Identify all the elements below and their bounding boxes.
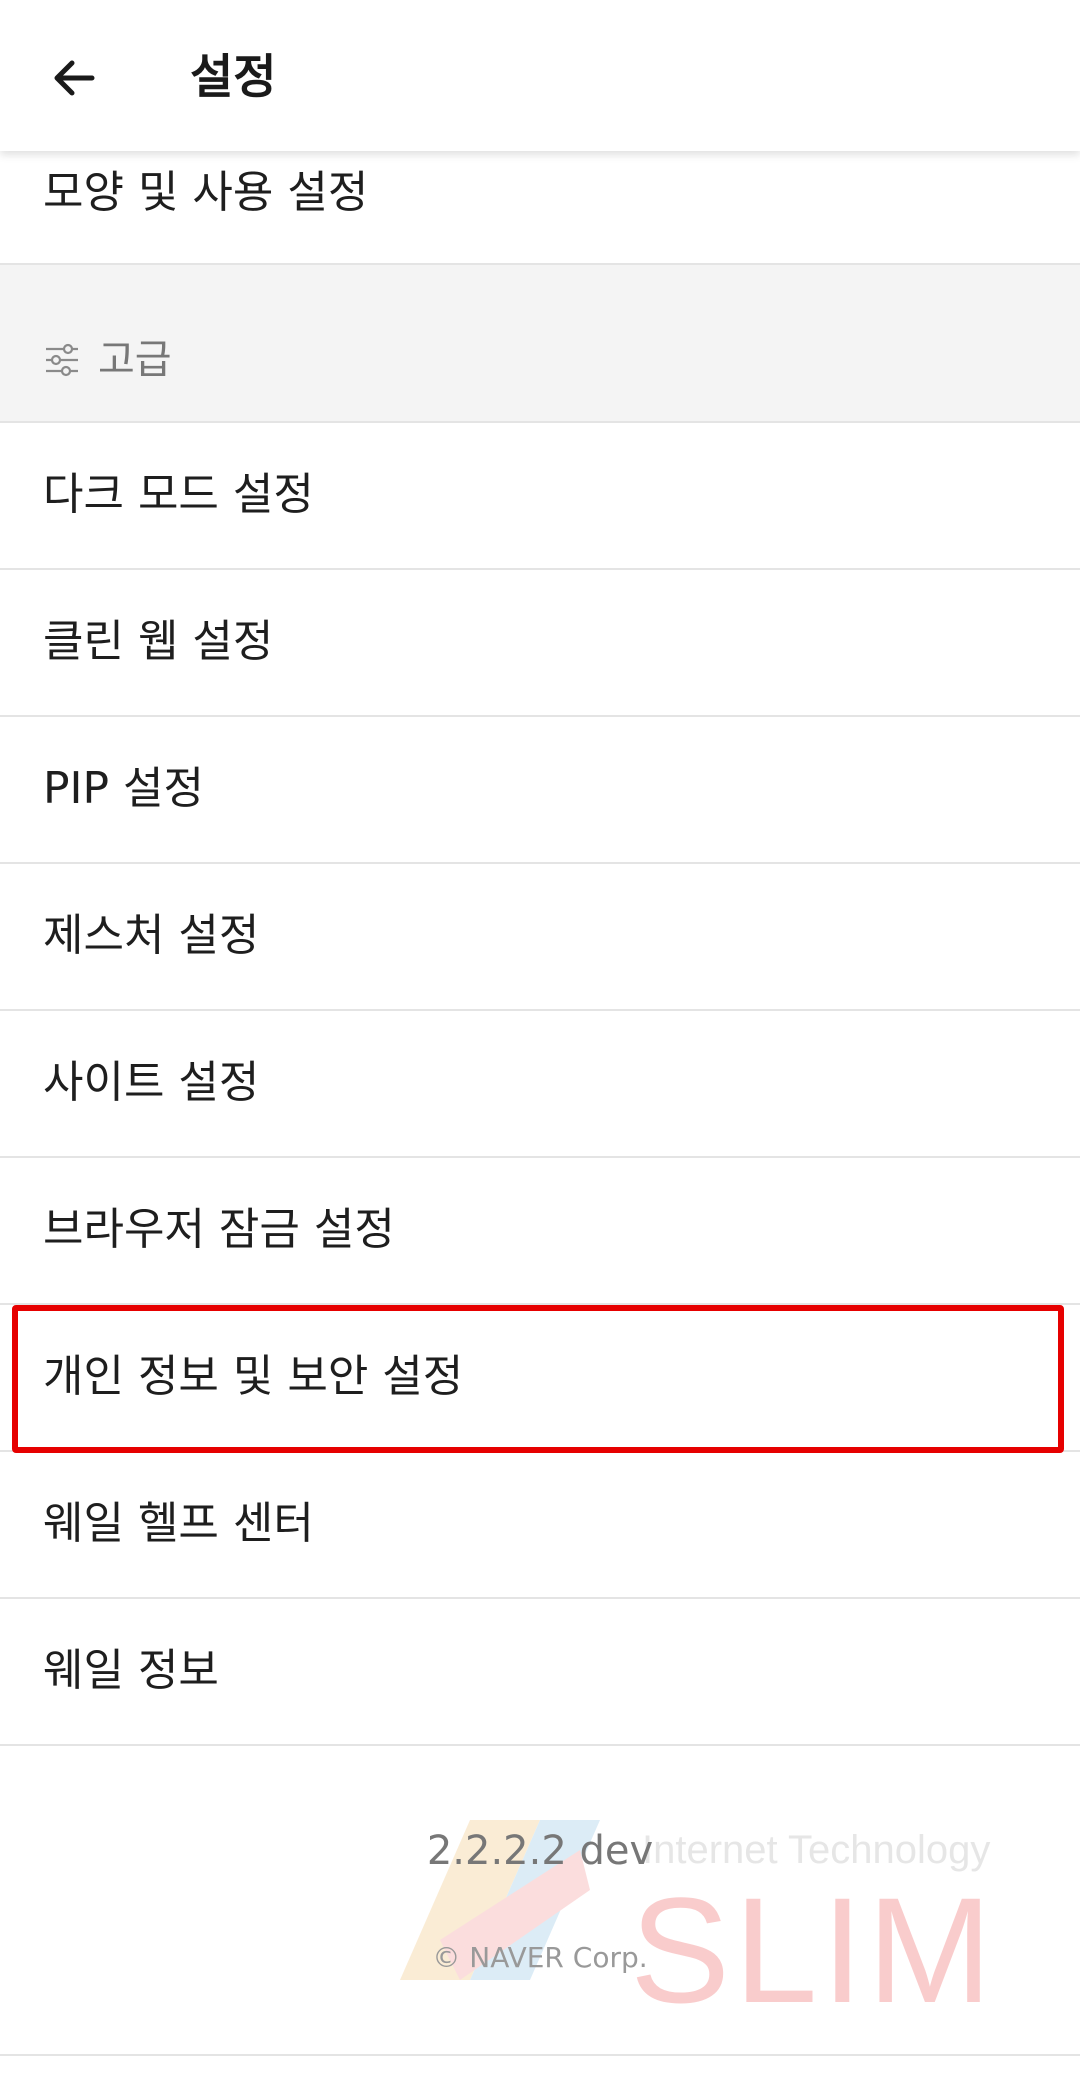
settings-item-browser-lock[interactable]: 브라우저 잠금 설정 [0, 1158, 1080, 1305]
back-button[interactable] [40, 44, 108, 112]
copyright: © NAVER Corp. [432, 1941, 648, 1974]
app-version: 2.2.2.2 dev [426, 1828, 654, 1874]
settings-item-label: 모양 및 사용 설정 [43, 167, 369, 218]
section-header-advanced: 고급 [0, 265, 1080, 423]
arrow-left-icon [54, 60, 95, 96]
settings-item-label: 제스처 설정 [43, 910, 260, 961]
highlight-box [12, 1305, 1064, 1453]
settings-item-dark-mode[interactable]: 다크 모드 설정 [0, 423, 1080, 570]
settings-item-pip[interactable]: PIP 설정 [0, 717, 1080, 864]
watermark-emblem-icon [400, 1820, 600, 1980]
settings-item-site[interactable]: 사이트 설정 [0, 1011, 1080, 1158]
page-title: 설정 [190, 50, 277, 105]
section-label: 고급 [98, 337, 172, 383]
settings-item-label: 브라우저 잠금 설정 [43, 1204, 395, 1255]
settings-item-help-center[interactable]: 웨일 헬프 센터 [0, 1452, 1080, 1599]
settings-item-appearance[interactable]: 모양 및 사용 설정 [0, 151, 1080, 265]
settings-item-label: 클린 웹 설정 [43, 616, 274, 667]
settings-item-label: 웨일 정보 [43, 1645, 219, 1696]
settings-item-label: PIP 설정 [43, 763, 204, 814]
settings-item-about[interactable]: 웨일 정보 [0, 1599, 1080, 1746]
settings-item-label: 다크 모드 설정 [43, 469, 314, 520]
settings-item-label: 웨일 헬프 센터 [43, 1498, 314, 1549]
sliders-icon [46, 343, 78, 377]
app-bar: 설정 [0, 0, 1080, 151]
settings-item-gesture[interactable]: 제스처 설정 [0, 864, 1080, 1011]
watermark-logo: Internet Technology SLIM [380, 1780, 1040, 2034]
divider [0, 2054, 1080, 2056]
settings-item-clean-web[interactable]: 클린 웹 설정 [0, 570, 1080, 717]
settings-item-label: 사이트 설정 [43, 1057, 260, 1108]
